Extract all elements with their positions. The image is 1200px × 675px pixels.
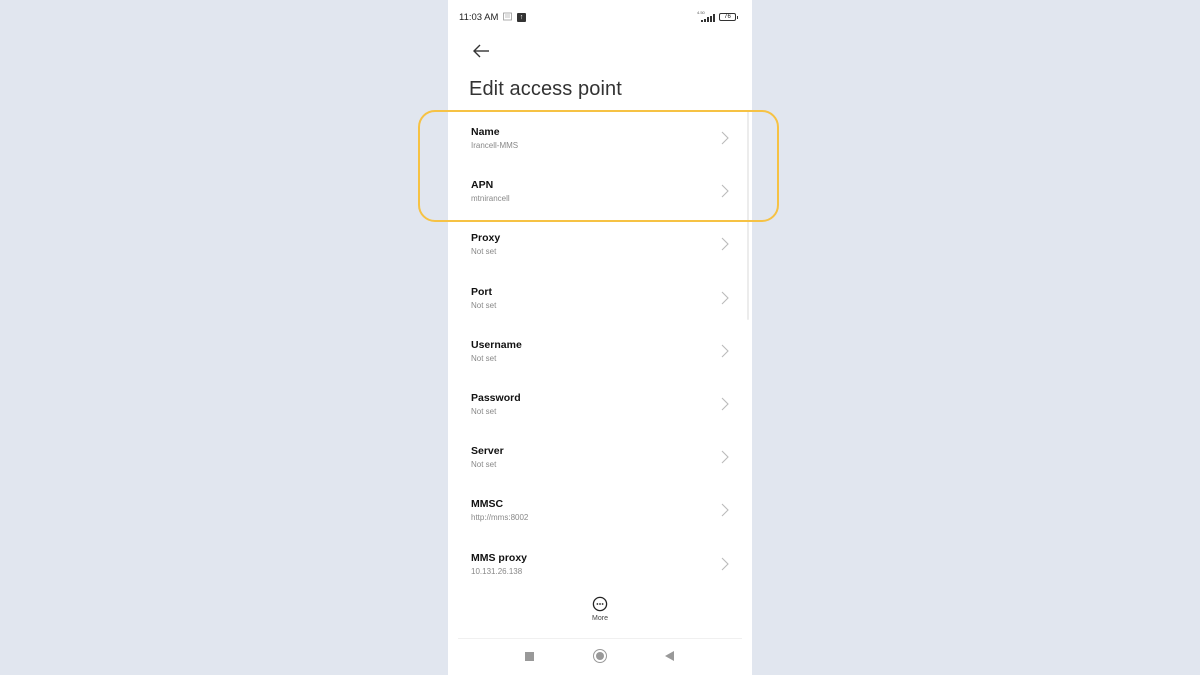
chevron-right-icon [721, 557, 729, 570]
setting-name[interactable]: Name Irancell-MMS [448, 112, 752, 165]
setting-proxy[interactable]: Proxy Not set [448, 218, 752, 271]
battery-icon: 76 [719, 13, 738, 21]
status-time: 11:03 AM [459, 12, 499, 23]
chevron-right-icon [721, 450, 729, 464]
setting-mmsc[interactable]: MMSC http://mms:8002 [448, 484, 752, 537]
item-label: Port [471, 285, 492, 298]
item-label: Username [471, 338, 522, 351]
arrow-left-icon [473, 44, 489, 58]
setting-port[interactable]: Port Not set [448, 272, 752, 325]
item-label: Password [471, 391, 521, 404]
settings-list: Name Irancell-MMS APN mtnirancell Proxy … [448, 112, 752, 591]
item-label: Server [471, 445, 504, 458]
setting-password[interactable]: Password Not set [448, 378, 752, 431]
item-label: MMSC [471, 498, 504, 511]
status-bar: 11:03 AM ↑ 4.50 76 [448, 0, 752, 36]
chevron-right-icon [721, 503, 729, 517]
signal-bars-icon [701, 14, 715, 22]
nav-back-button[interactable] [665, 651, 674, 661]
more-horizontal-circle-icon [592, 596, 608, 612]
chevron-right-icon [721, 344, 729, 358]
home-button[interactable] [593, 649, 607, 663]
item-value: Not set [471, 247, 497, 257]
item-value: http://mms:8002 [471, 513, 529, 523]
recents-button[interactable] [525, 652, 534, 661]
upload-icon: ↑ [517, 13, 526, 22]
setting-mms-proxy[interactable]: MMS proxy 10.131.26.138 [448, 538, 752, 591]
item-value: Not set [471, 406, 497, 416]
item-value: Not set [471, 300, 497, 310]
divider [458, 638, 742, 639]
chevron-right-icon [721, 397, 729, 411]
navigation-bar [448, 640, 752, 675]
setting-apn[interactable]: APN mtnirancell [448, 165, 752, 218]
chevron-right-icon [721, 184, 729, 198]
item-label: APN [471, 179, 494, 192]
more-button[interactable]: More [580, 594, 620, 626]
item-value: 10.131.26.138 [471, 566, 523, 576]
item-label: Name [471, 126, 500, 138]
phone-screen: 11:03 AM ↑ 4.50 76 Edit access point Nam… [448, 0, 752, 675]
item-value: Irancell-MMS [471, 141, 519, 150]
chevron-right-icon [721, 237, 729, 251]
item-label: MMS proxy [471, 551, 528, 564]
chevron-right-icon [721, 291, 729, 304]
item-value: mtnirancell [471, 194, 510, 204]
item-value: Not set [471, 460, 497, 470]
notification-icon [503, 12, 512, 21]
setting-username[interactable]: Username Not set [448, 325, 752, 378]
chevron-right-icon [721, 131, 729, 145]
item-label: Proxy [471, 232, 501, 245]
page-title: Edit access point [469, 78, 622, 100]
setting-server[interactable]: Server Not set [448, 431, 752, 484]
scrollbar[interactable] [747, 110, 749, 320]
item-value: Not set [471, 353, 497, 363]
back-button[interactable] [470, 40, 492, 62]
more-label: More [592, 615, 608, 622]
